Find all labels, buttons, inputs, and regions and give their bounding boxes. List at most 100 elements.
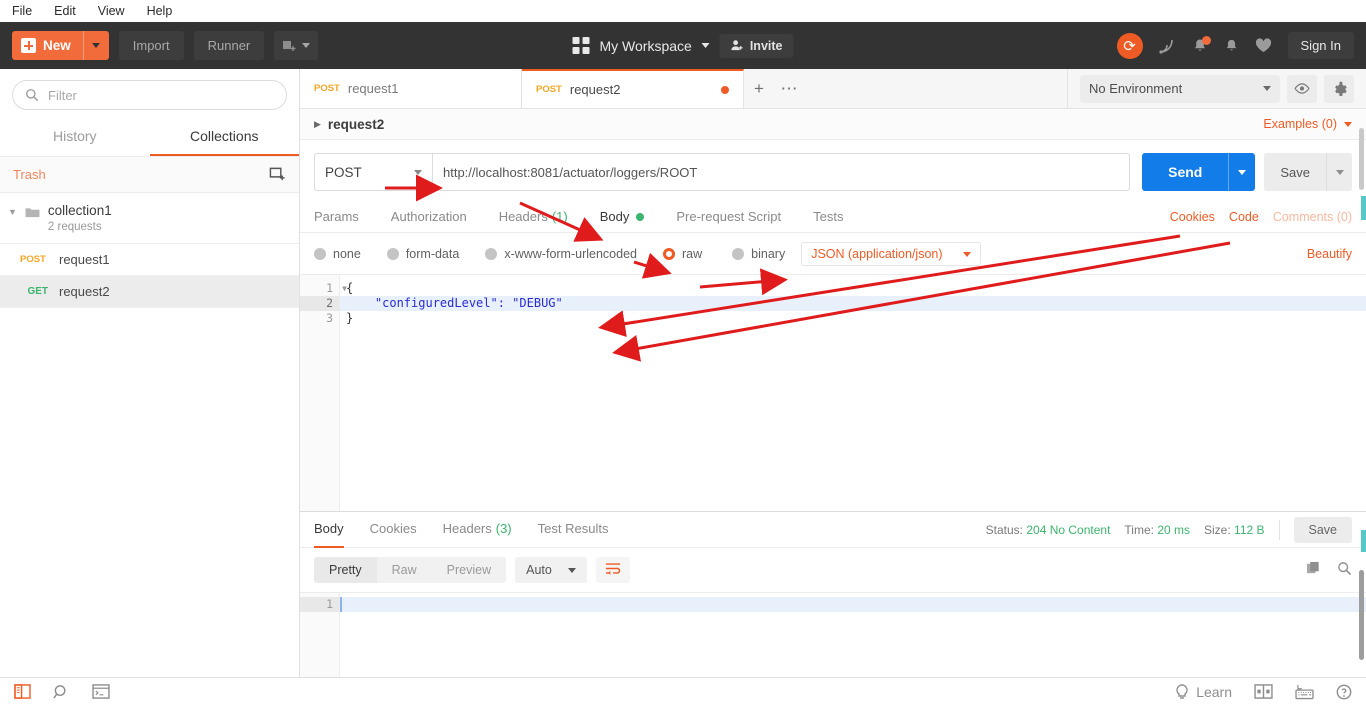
tab-request2[interactable]: POST request2: [522, 69, 744, 108]
method-selector[interactable]: POST: [314, 153, 432, 191]
tab-method: POST: [536, 84, 562, 95]
collection-name: collection1: [47, 203, 112, 218]
word-wrap-icon[interactable]: [595, 557, 630, 583]
satellite-icon[interactable]: [1158, 38, 1176, 54]
view-mode-pretty[interactable]: Pretty: [314, 557, 377, 583]
editor-code[interactable]: { "configuredLevel": "DEBUG" }: [340, 275, 1366, 511]
invite-label: Invite: [749, 38, 783, 53]
comments-link[interactable]: Comments (0): [1273, 210, 1352, 224]
console-icon[interactable]: [92, 684, 110, 699]
alert-bell-icon[interactable]: [1224, 38, 1239, 54]
tab-body[interactable]: Body: [600, 201, 645, 233]
url-input[interactable]: http://localhost:8081/actuator/loggers/R…: [432, 153, 1131, 191]
body-type-label: raw: [682, 247, 703, 261]
notification-bell-icon[interactable]: [1192, 35, 1211, 54]
menu-item-file[interactable]: File: [12, 4, 32, 18]
chevron-right-icon[interactable]: ▶: [314, 119, 321, 130]
two-pane-icon[interactable]: [1254, 684, 1273, 699]
tab-params[interactable]: Params: [314, 201, 359, 233]
menu-item-view[interactable]: View: [98, 4, 125, 18]
line-number: 1 ▼: [326, 281, 347, 295]
content-type-selector[interactable]: JSON (application/json): [801, 242, 981, 266]
line-number: 1: [300, 597, 339, 612]
scrollbar-main[interactable]: [1359, 128, 1364, 190]
chevron-down-icon: [962, 251, 971, 257]
body-type-form-data[interactable]: form-data: [386, 247, 460, 261]
copy-icon[interactable]: [1306, 561, 1321, 579]
body-type-binary[interactable]: binary: [732, 247, 785, 261]
list-item[interactable]: POST request1: [0, 244, 299, 276]
tab-tests[interactable]: Tests: [813, 201, 843, 233]
content-pane: POST request1 POST request2 + ⋯ No Envir…: [300, 69, 1366, 704]
grid-icon: [572, 37, 590, 54]
chevron-down-icon: [1344, 121, 1352, 127]
sidebar-tab-history[interactable]: History: [0, 119, 150, 156]
import-button[interactable]: Import: [118, 31, 184, 60]
scrollbar-response[interactable]: [1359, 570, 1364, 660]
size-value: 112 B: [1234, 522, 1265, 537]
gear-icon[interactable]: [1324, 74, 1354, 103]
save-dropdown-button[interactable]: [1326, 153, 1352, 191]
request-body-editor[interactable]: 1 ▼ 2 3 { "configuredLevel": "DEBUG" }: [300, 274, 1366, 511]
new-dropdown-button[interactable]: [82, 31, 109, 60]
search-input[interactable]: Filter: [12, 80, 287, 110]
new-tab-button[interactable]: +: [744, 69, 774, 108]
new-button[interactable]: New: [12, 31, 109, 60]
tab-options-button[interactable]: ⋯: [774, 69, 804, 108]
chevron-down-icon[interactable]: ▼: [8, 203, 17, 217]
view-mode-preview[interactable]: Preview: [432, 557, 506, 583]
heart-icon[interactable]: [1255, 38, 1272, 53]
search-icon[interactable]: [1337, 561, 1352, 579]
send-button[interactable]: Send: [1142, 153, 1229, 191]
tab-headers[interactable]: Headers (1): [499, 201, 568, 233]
body-type-none[interactable]: none: [314, 247, 361, 261]
new-window-button[interactable]: [274, 31, 319, 60]
body-type-urlencoded[interactable]: x-www-form-urlencoded: [485, 247, 637, 261]
new-collection-icon[interactable]: [269, 166, 286, 183]
save-response-button[interactable]: Save: [1293, 516, 1352, 543]
body-type-label: form-data: [405, 247, 460, 261]
keyboard-shortcuts-icon[interactable]: [1295, 684, 1314, 700]
sync-icon[interactable]: ⟳: [1116, 32, 1143, 59]
menu-item-help[interactable]: Help: [147, 4, 173, 18]
help-icon[interactable]: [1336, 684, 1352, 700]
learn-button[interactable]: Learn: [1175, 684, 1232, 700]
response-view-mode-group: Pretty Raw Preview: [314, 557, 507, 583]
collection-item[interactable]: ▼ collection1 2 requests: [0, 193, 299, 244]
fold-icon[interactable]: ▼: [342, 281, 347, 296]
find-icon[interactable]: [53, 684, 70, 700]
response-toolbar-right: [1306, 561, 1352, 579]
page-title: request2: [327, 116, 385, 132]
sign-in-button[interactable]: Sign In: [1287, 32, 1354, 59]
new-button-main[interactable]: New: [12, 31, 83, 60]
tab-pre-request-script[interactable]: Pre-request Script: [676, 201, 781, 233]
examples-dropdown[interactable]: Examples (0): [1263, 117, 1352, 131]
request-name: request2: [59, 284, 110, 299]
bulb-icon: [1176, 683, 1188, 699]
workspace-selector[interactable]: My Workspace Invite: [572, 33, 794, 58]
tab-authorization[interactable]: Authorization: [391, 201, 467, 233]
trash-row[interactable]: Trash: [0, 156, 299, 193]
beautify-link[interactable]: Beautify: [1307, 247, 1352, 261]
save-button[interactable]: Save: [1264, 153, 1326, 191]
eye-icon[interactable]: [1287, 74, 1317, 103]
response-tab-headers[interactable]: Headers (3): [443, 512, 512, 548]
body-type-raw[interactable]: raw: [663, 247, 702, 261]
environment-selector[interactable]: No Environment: [1080, 74, 1280, 103]
invite-button[interactable]: Invite: [719, 33, 794, 58]
sidebar-tab-collections[interactable]: Collections: [149, 119, 299, 156]
response-tab-test-results[interactable]: Test Results: [538, 512, 609, 548]
send-dropdown-button[interactable]: [1228, 153, 1256, 191]
response-tab-body[interactable]: Body: [314, 512, 344, 548]
cookies-link[interactable]: Cookies: [1170, 210, 1215, 224]
response-tab-cookies[interactable]: Cookies: [370, 512, 417, 548]
runner-button[interactable]: Runner: [193, 31, 265, 60]
view-mode-raw[interactable]: Raw: [377, 557, 432, 583]
sidebar-toggle-icon[interactable]: [14, 684, 31, 699]
response-format-selector[interactable]: Auto: [515, 557, 587, 583]
code-link[interactable]: Code: [1229, 210, 1259, 224]
notification-badge: [1201, 35, 1211, 45]
menu-item-edit[interactable]: Edit: [54, 4, 76, 18]
list-item[interactable]: GET request2: [0, 276, 299, 308]
tab-request1[interactable]: POST request1: [300, 69, 522, 108]
